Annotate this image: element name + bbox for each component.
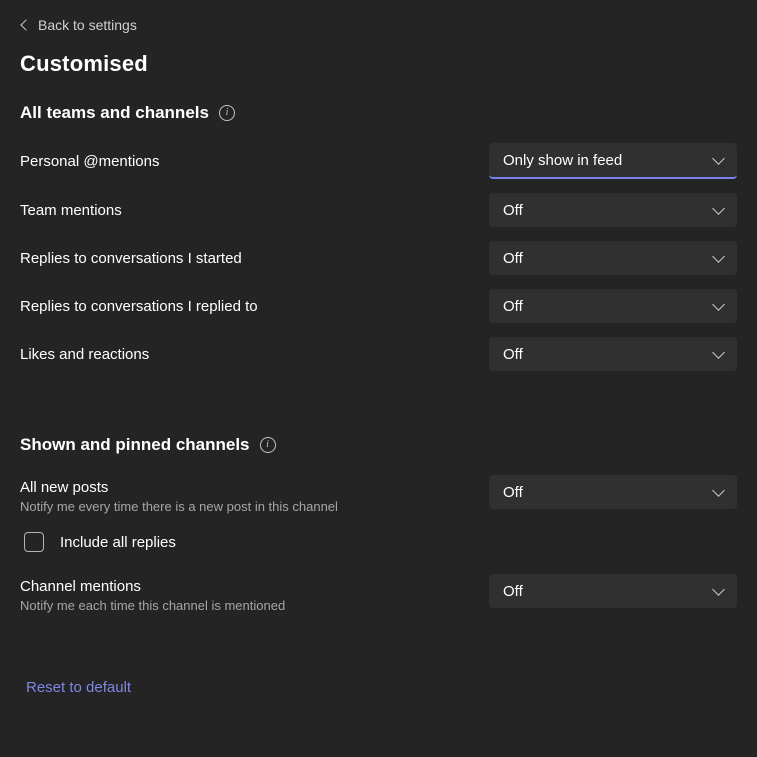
dropdown-likes-reactions[interactable]: Off	[489, 337, 737, 371]
dropdown-value: Only show in feed	[503, 152, 622, 169]
chevron-down-icon	[712, 298, 725, 311]
dropdown-value: Off	[503, 298, 523, 315]
section-pinned-header: Shown and pinned channels i	[20, 435, 737, 455]
row-personal-mentions: Personal @mentions Only show in feed	[20, 143, 737, 179]
row-label: Team mentions	[20, 202, 122, 219]
chevron-down-icon	[712, 250, 725, 263]
row-label: Replies to conversations I replied to	[20, 298, 258, 315]
info-icon[interactable]: i	[219, 105, 235, 121]
dropdown-value: Off	[503, 202, 523, 219]
chevron-down-icon	[712, 346, 725, 359]
chevron-down-icon	[712, 583, 725, 596]
row-label: Likes and reactions	[20, 346, 149, 363]
row-replies-started: Replies to conversations I started Off	[20, 241, 737, 275]
row-label-group: All new posts Notify me every time there…	[20, 475, 338, 514]
section-title-all-teams: All teams and channels	[20, 103, 209, 123]
row-all-new-posts: All new posts Notify me every time there…	[20, 475, 737, 514]
checkbox-label: Include all replies	[60, 534, 176, 551]
dropdown-value: Off	[503, 250, 523, 267]
page-title: Customised	[20, 51, 737, 77]
row-sublabel: Notify me every time there is a new post…	[20, 499, 338, 514]
row-channel-mentions: Channel mentions Notify me each time thi…	[20, 574, 737, 613]
back-link-label: Back to settings	[38, 17, 137, 33]
reset-to-default-link[interactable]: Reset to default	[26, 679, 131, 696]
dropdown-value: Off	[503, 583, 523, 600]
row-likes-reactions: Likes and reactions Off	[20, 337, 737, 371]
dropdown-team-mentions[interactable]: Off	[489, 193, 737, 227]
dropdown-replies-replied[interactable]: Off	[489, 289, 737, 323]
chevron-down-icon	[712, 152, 725, 165]
dropdown-value: Off	[503, 346, 523, 363]
row-replies-replied: Replies to conversations I replied to Of…	[20, 289, 737, 323]
dropdown-personal-mentions[interactable]: Only show in feed	[489, 143, 737, 179]
row-label: Channel mentions	[20, 578, 285, 595]
row-label: Personal @mentions	[20, 153, 159, 170]
info-icon[interactable]: i	[260, 437, 276, 453]
section-all-teams-header: All teams and channels i	[20, 103, 737, 123]
row-include-all-replies: Include all replies	[24, 532, 737, 552]
chevron-down-icon	[712, 202, 725, 215]
row-team-mentions: Team mentions Off	[20, 193, 737, 227]
row-sublabel: Notify me each time this channel is ment…	[20, 598, 285, 613]
dropdown-all-new-posts[interactable]: Off	[489, 475, 737, 509]
row-label: Replies to conversations I started	[20, 250, 242, 267]
row-label: All new posts	[20, 479, 338, 496]
dropdown-replies-started[interactable]: Off	[489, 241, 737, 275]
section-title-pinned: Shown and pinned channels	[20, 435, 250, 455]
checkbox-include-all-replies[interactable]	[24, 532, 44, 552]
chevron-left-icon	[20, 19, 31, 30]
dropdown-value: Off	[503, 484, 523, 501]
chevron-down-icon	[712, 484, 725, 497]
row-label-group: Channel mentions Notify me each time thi…	[20, 574, 285, 613]
dropdown-channel-mentions[interactable]: Off	[489, 574, 737, 608]
back-to-settings-link[interactable]: Back to settings	[22, 17, 137, 33]
